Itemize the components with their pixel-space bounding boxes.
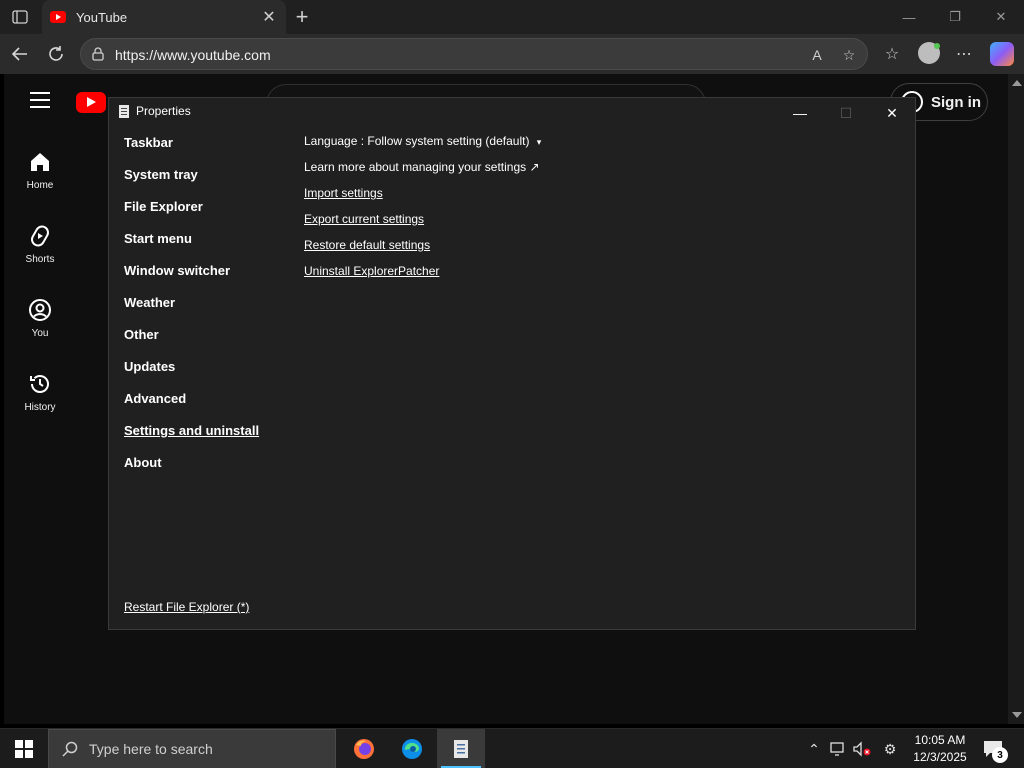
back-icon[interactable] bbox=[7, 42, 33, 66]
nav-you[interactable]: You bbox=[4, 298, 76, 339]
windows-taskbar: Type here to search ⌃ ⚙ 10:05 AM 12/3/20… bbox=[0, 728, 1024, 768]
nav-history[interactable]: History bbox=[4, 372, 76, 413]
edge-icon bbox=[402, 739, 422, 759]
profile-status-icon bbox=[934, 43, 940, 49]
tab-title: YouTube bbox=[76, 9, 128, 25]
close-window-icon[interactable]: ✕ bbox=[978, 0, 1024, 34]
hamburger-menu-icon[interactable] bbox=[30, 92, 50, 108]
volume-muted-icon[interactable] bbox=[852, 739, 872, 759]
page-scrollbar[interactable] bbox=[1008, 74, 1024, 724]
address-bar[interactable]: https://www.youtube.com A ☆ bbox=[80, 38, 868, 70]
taskbar-clock[interactable]: 10:05 AM 12/3/2025 bbox=[906, 732, 974, 766]
dialog-title: Properties bbox=[136, 104, 191, 118]
firefox-icon bbox=[354, 739, 374, 759]
uninstall-link[interactable]: Uninstall ExplorerPatcher bbox=[304, 264, 439, 278]
clock-time: 10:05 AM bbox=[914, 733, 966, 747]
minimize-icon[interactable]: — bbox=[886, 0, 932, 34]
nav-shorts[interactable]: Shorts bbox=[4, 224, 76, 265]
favorites-icon[interactable]: ☆ bbox=[880, 42, 904, 66]
nav-about[interactable]: About bbox=[124, 454, 259, 486]
search-placeholder: Type here to search bbox=[89, 741, 213, 757]
properties-app-icon bbox=[119, 104, 129, 118]
site-info-icon[interactable] bbox=[91, 47, 105, 61]
notification-count-badge: 3 bbox=[992, 747, 1008, 763]
settings-gear-icon[interactable]: ⚙ bbox=[880, 739, 900, 759]
scroll-down-icon[interactable] bbox=[1012, 712, 1022, 718]
nav-home-label: Home bbox=[26, 180, 54, 191]
read-aloud-icon[interactable]: A bbox=[807, 45, 827, 65]
restart-explorer-link[interactable]: Restart File Explorer (*) bbox=[124, 600, 249, 614]
properties-app[interactable] bbox=[437, 729, 485, 768]
nav-other[interactable]: Other bbox=[124, 326, 259, 358]
clock-date: 12/3/2025 bbox=[913, 750, 967, 764]
shorts-icon bbox=[31, 225, 49, 247]
favorite-star-icon[interactable]: ☆ bbox=[839, 45, 859, 65]
nav-weather[interactable]: Weather bbox=[124, 294, 259, 326]
browser-tab[interactable]: YouTube ✕ bbox=[42, 0, 286, 34]
settings-nav: Taskbar System tray File Explorer Start … bbox=[124, 134, 259, 486]
tab-actions-icon[interactable] bbox=[8, 6, 32, 28]
export-settings-link[interactable]: Export current settings bbox=[304, 212, 424, 226]
edge-app[interactable] bbox=[388, 729, 436, 768]
windows-logo-icon bbox=[15, 740, 33, 758]
account-icon bbox=[29, 299, 51, 321]
nav-shorts-label: Shorts bbox=[25, 254, 55, 265]
taskbar-search[interactable]: Type here to search bbox=[48, 729, 336, 768]
dialog-maximize-icon: ☐ bbox=[839, 104, 853, 121]
home-icon bbox=[31, 153, 49, 171]
restore-defaults-link[interactable]: Restore default settings bbox=[304, 238, 430, 252]
nav-settings-and-uninstall[interactable]: Settings and uninstall bbox=[124, 422, 259, 454]
new-tab-icon[interactable]: + bbox=[290, 4, 314, 29]
tab-close-icon[interactable]: ✕ bbox=[258, 6, 280, 28]
url-text[interactable]: https://www.youtube.com bbox=[115, 47, 271, 63]
show-hidden-icons-icon[interactable]: ⌃ bbox=[804, 739, 824, 759]
more-options-icon[interactable]: ⋯ bbox=[952, 42, 976, 66]
firefox-app[interactable] bbox=[340, 729, 388, 768]
start-button[interactable] bbox=[0, 729, 48, 768]
refresh-icon[interactable] bbox=[43, 42, 69, 66]
scroll-up-icon[interactable] bbox=[1012, 80, 1022, 86]
nav-file-explorer[interactable]: File Explorer bbox=[124, 198, 259, 230]
network-icon[interactable] bbox=[828, 739, 848, 759]
dialog-close-icon[interactable]: ✕ bbox=[869, 100, 915, 126]
youtube-favicon-icon bbox=[50, 11, 66, 23]
settings-content: Language : Follow system setting (defaul… bbox=[304, 132, 541, 288]
nav-system-tray[interactable]: System tray bbox=[124, 166, 259, 198]
learn-more-link[interactable]: Learn more about managing your settings … bbox=[304, 158, 541, 184]
dialog-title-bar: Properties bbox=[119, 104, 191, 118]
nav-advanced[interactable]: Advanced bbox=[124, 390, 259, 422]
dropdown-arrow-icon: ▾ bbox=[536, 137, 542, 147]
browser-tab-bar: YouTube ✕ + — ❐ ✕ bbox=[0, 0, 1024, 34]
nav-start-menu[interactable]: Start menu bbox=[124, 230, 259, 262]
copilot-icon[interactable] bbox=[990, 42, 1014, 66]
language-dropdown[interactable]: Language : Follow system setting (defaul… bbox=[304, 132, 541, 158]
nav-updates[interactable]: Updates bbox=[124, 358, 259, 390]
browser-toolbar: https://www.youtube.com A ☆ ☆ ⋯ bbox=[0, 34, 1024, 74]
sign-in-label: Sign in bbox=[931, 93, 981, 111]
nav-home[interactable]: Home bbox=[4, 150, 76, 191]
nav-history-label: History bbox=[24, 402, 56, 413]
import-settings-link[interactable]: Import settings bbox=[304, 186, 383, 200]
history-icon bbox=[30, 375, 49, 393]
search-icon bbox=[62, 741, 78, 757]
language-label: Language : Follow system setting (defaul… bbox=[304, 134, 530, 148]
restore-icon[interactable]: ❐ bbox=[932, 0, 978, 34]
nav-window-switcher[interactable]: Window switcher bbox=[124, 262, 259, 294]
properties-dialog: Properties — ☐ ✕ Taskbar System tray Fil… bbox=[108, 97, 916, 630]
properties-taskbar-icon bbox=[454, 740, 468, 758]
dialog-minimize-icon[interactable]: — bbox=[777, 100, 823, 126]
nav-taskbar[interactable]: Taskbar bbox=[124, 134, 259, 166]
nav-you-label: You bbox=[31, 328, 49, 339]
youtube-logo-icon[interactable] bbox=[76, 92, 106, 113]
